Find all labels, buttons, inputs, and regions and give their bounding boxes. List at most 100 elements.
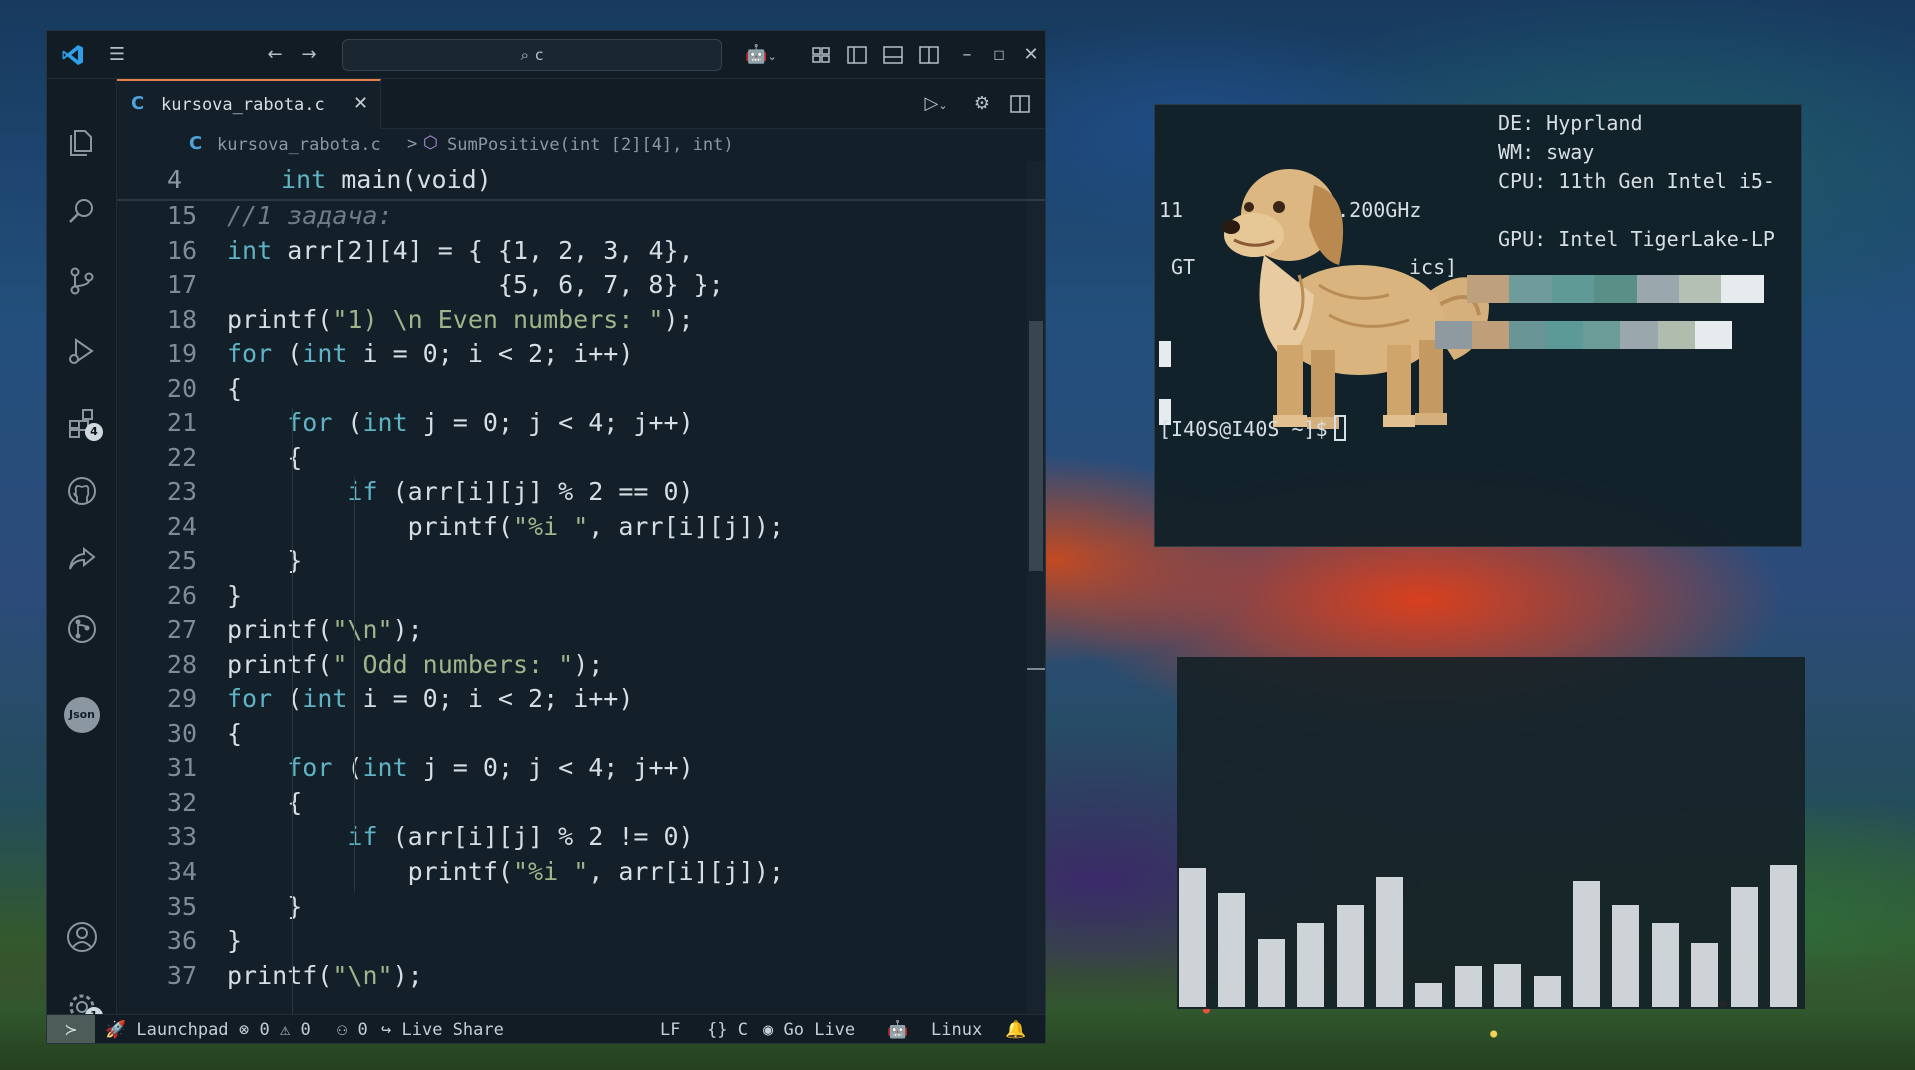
line-number: 36	[166, 926, 197, 956]
code-line[interactable]: 35 }	[117, 892, 1045, 927]
visualizer-bar	[1533, 976, 1561, 1007]
code-line[interactable]: 22 {	[117, 443, 1045, 478]
github-icon[interactable]	[64, 473, 100, 509]
minimize-icon[interactable]: –	[955, 43, 979, 67]
code-line[interactable]: 36}	[117, 926, 1045, 961]
code-line[interactable]: 19 for (int i = 0; i < 2; i++)	[117, 339, 1045, 374]
palette-swatch	[1509, 321, 1547, 349]
visualizer-bar	[1612, 905, 1640, 1007]
visualizer-bar	[1454, 966, 1482, 1007]
eol-item[interactable]: LF	[660, 1020, 680, 1040]
code-line[interactable]: 21 for (int j = 0; j < 4; j++)	[117, 408, 1045, 443]
git-graph-icon[interactable]	[64, 611, 100, 647]
line-number: 31	[166, 753, 197, 783]
code-text: {	[227, 373, 243, 403]
settings-gear-icon[interactable]: ⚙	[969, 91, 995, 117]
run-code-icon[interactable]: ▷⌄	[915, 91, 957, 117]
scrollbar-thumb[interactable]	[1029, 321, 1043, 571]
json-tool-icon[interactable]: Json	[64, 697, 100, 733]
toggle-secondary-sidebar-icon[interactable]	[917, 43, 941, 67]
more-actions-icon[interactable]: ⋯	[1043, 91, 1045, 117]
prompt-text: [I40S@I40S ~]$	[1159, 417, 1328, 441]
code-line[interactable]: 27 printf("\n");	[117, 615, 1045, 650]
forward-arrow-icon[interactable]: →	[297, 43, 321, 67]
extensions-badge: 4	[85, 423, 103, 441]
run-and-debug-icon[interactable]	[64, 333, 100, 369]
code-line[interactable]: 17 {5, 6, 7, 8} };	[117, 270, 1045, 305]
customize-layout-icon[interactable]	[809, 43, 833, 67]
palette-swatch	[1636, 275, 1679, 303]
code-line[interactable]: 31 for (int j = 0; j < 4; j++)	[117, 753, 1045, 788]
notifications-bell-icon[interactable]: 🔔	[1005, 1020, 1026, 1040]
code-text: printf(" Odd numbers: ");	[227, 649, 604, 679]
language-mode-item[interactable]: {} C	[707, 1020, 748, 1040]
audio-visualizer	[1177, 657, 1805, 1009]
launchpad-item[interactable]: 🚀 Launchpad	[105, 1020, 229, 1040]
visualizer-bar	[1730, 887, 1758, 1007]
code-line[interactable]: 29 for (int i = 0; i < 2; i++)	[117, 684, 1045, 719]
code-text: printf("%i ", arr[i][j]);	[227, 856, 784, 886]
tab-kursova-rabota-c[interactable]: C kursova_rabota.c ✕	[117, 79, 381, 129]
title-bar: ☰ ← → ⌕ c 🤖⌄ – ◻ ✕	[47, 31, 1045, 79]
broadcast-icon: ◉	[763, 1020, 774, 1040]
code-line[interactable]: 18 printf("1) \n Even numbers: ");	[117, 304, 1045, 340]
code-text: int arr[2][4] = { {1, 2, 3, 4},	[227, 235, 694, 265]
copilot-icon[interactable]: 🤖⌄	[741, 43, 781, 67]
breadcrumb-c-icon: C	[189, 133, 203, 154]
explorer-icon[interactable]	[64, 123, 100, 159]
maximize-icon[interactable]: ◻	[987, 43, 1011, 67]
code-line[interactable]: 23 if (arr[i][j] % 2 == 0)	[117, 477, 1045, 512]
live-share-status[interactable]: ↪ Live Share	[381, 1020, 504, 1040]
fetch-wm: WM: sway	[1498, 140, 1595, 164]
search-text: c	[535, 46, 544, 64]
copilot-status-icon[interactable]: 🤖	[887, 1020, 908, 1040]
code-line[interactable]: 37 printf("\n");	[117, 961, 1045, 996]
code-line[interactable]: 33 if (arr[i][j] % 2 != 0)	[117, 822, 1045, 857]
code-editor[interactable]: 15 //1 задача: 16 int arr[2][4] = { {1, 2, …	[117, 201, 1045, 1014]
visualizer-bar	[1770, 865, 1797, 1007]
code-line[interactable]: 16 int arr[2][4] = { {1, 2, 3, 4},	[117, 235, 1045, 271]
close-tab-icon[interactable]: ✕	[353, 93, 368, 114]
remote-indicator-icon[interactable]: ≻	[47, 1015, 95, 1043]
visualizer-bar	[1691, 943, 1719, 1007]
line-number: 23	[166, 477, 197, 507]
command-center-search[interactable]: ⌕ c	[342, 39, 722, 71]
go-live-item[interactable]: ◉ Go Live	[763, 1020, 855, 1040]
code-line[interactable]: 25 }	[117, 546, 1045, 581]
breadcrumb-file[interactable]: kursova_rabota.c	[217, 135, 381, 155]
code-line[interactable]: 30 {	[117, 719, 1045, 754]
line-number: 18	[166, 304, 197, 334]
toggle-primary-sidebar-icon[interactable]	[845, 43, 869, 67]
problems-item[interactable]: ⊗ 0 ⚠ 0	[239, 1020, 311, 1040]
code-line[interactable]: 28 printf(" Odd numbers: ");	[117, 649, 1045, 685]
code-line[interactable]: 20 {	[117, 373, 1045, 409]
line-number: 15	[166, 201, 197, 230]
ports-count: 0	[357, 1020, 368, 1040]
indent-guide	[354, 753, 355, 892]
live-share-icon[interactable]	[64, 541, 100, 577]
terminal-window[interactable]: DE: Hyprland WM: sway CPU: 11th Gen Inte…	[1154, 104, 1802, 547]
shell-prompt[interactable]: [I40S@I40S ~]$	[1159, 415, 1346, 441]
code-line[interactable]: 34 printf("%i ", arr[i][j]);	[117, 856, 1045, 892]
platform-item[interactable]: Linux	[931, 1020, 982, 1040]
visualizer-bar	[1336, 905, 1364, 1007]
code-line[interactable]: 24 printf("%i ", arr[i][j]);	[117, 512, 1045, 547]
sticky-scroll-header[interactable]: 4 int main(void)	[117, 161, 1045, 201]
search-view-icon[interactable]	[64, 193, 100, 229]
palette-swatch	[1620, 321, 1658, 349]
code-line[interactable]: 15 //1 задача:	[117, 201, 1045, 236]
code-line[interactable]: 32 {	[117, 788, 1045, 823]
scrollbar-cursor-marker	[1027, 668, 1045, 670]
editor-scrollbar[interactable]	[1027, 161, 1045, 1014]
back-arrow-icon[interactable]: ←	[263, 43, 287, 67]
close-window-icon[interactable]: ✕	[1019, 43, 1043, 67]
code-line[interactable]: 26}	[117, 581, 1045, 616]
activity-bar: 4 Json 1	[47, 79, 117, 1025]
toggle-panel-icon[interactable]	[881, 43, 905, 67]
menu-icon[interactable]: ☰	[105, 43, 129, 67]
breadcrumb-function[interactable]: SumPositive(int [2][4], int)	[447, 135, 734, 155]
ports-item[interactable]: ⚇ 0	[337, 1020, 368, 1040]
source-control-icon[interactable]	[64, 263, 100, 299]
split-editor-icon[interactable]	[1007, 91, 1033, 117]
accounts-icon[interactable]	[64, 919, 100, 955]
